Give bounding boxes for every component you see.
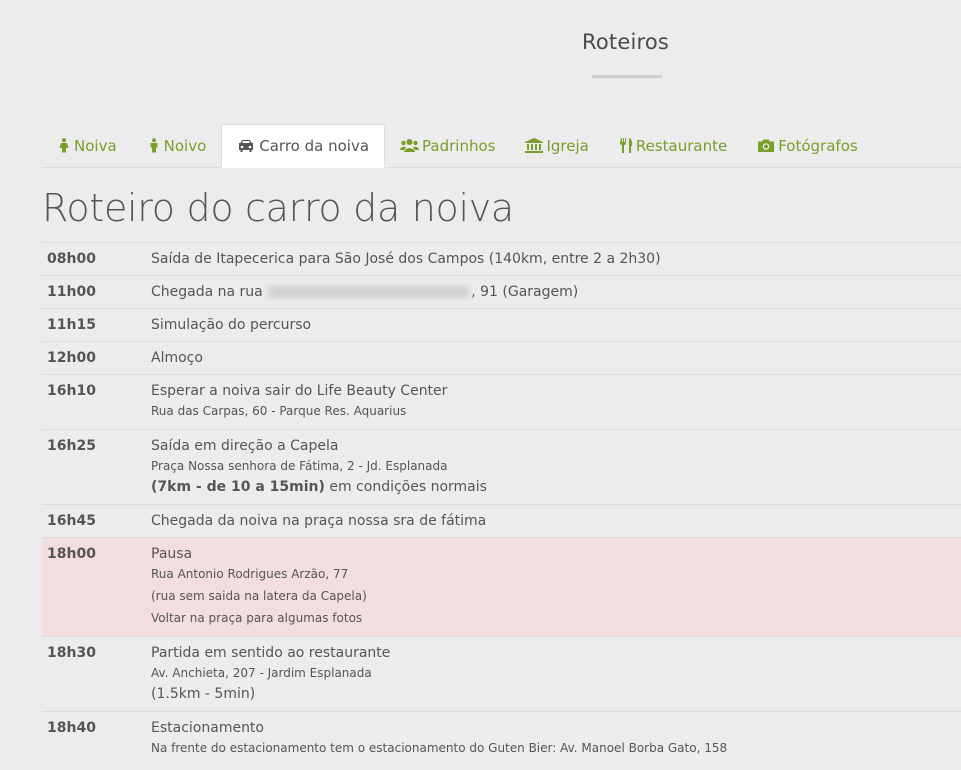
page-heading: Roteiro do carro da noiva [42, 186, 514, 230]
row-text: Almoço [151, 350, 203, 366]
tab-fotografos[interactable]: Fotógrafos [742, 124, 872, 167]
section-title: Roteiros [582, 30, 670, 54]
tab-label: Noiva [74, 136, 117, 155]
row-text: Saída de Itapecerica para São José dos C… [151, 251, 661, 267]
row-note: (7km - de 10 a 15min) em condições norma… [151, 477, 961, 497]
row-text: Pausa [151, 546, 193, 562]
tab-noiva[interactable]: Noiva [42, 124, 132, 167]
row-time: 08h00 [47, 251, 96, 267]
table-row: 11h15 Simulação do percurso [42, 308, 961, 341]
tab-padrinhos[interactable]: Padrinhos [385, 124, 510, 167]
row-note-bold: (7km - de 10 a 15min) [151, 479, 325, 495]
row-note: (1.5km - 5min) [151, 686, 256, 702]
table-row: 11h00 Chegada na rua , 91 (Garagem) [42, 275, 961, 308]
row-note-rest: em condições normais [324, 479, 487, 495]
row-description: Saída em direção a Capela Praça Nossa se… [151, 438, 961, 497]
table-row: 18h30 Partida em sentido ao restaurante … [42, 636, 961, 711]
row-time: 16h45 [47, 513, 96, 529]
redacted-street-name [269, 286, 470, 298]
row-time: 16h25 [47, 438, 96, 454]
tab-label: Restaurante [635, 136, 728, 155]
male-icon [150, 138, 158, 153]
table-row: 16h45 Chegada da noiva na praça nossa sr… [42, 504, 961, 537]
row-text: Esperar a noiva sair do Life Beauty Cent… [151, 383, 448, 399]
cutlery-icon [619, 138, 633, 153]
tabs-nav: Noiva Noivo Carro da noiva Padrinhos Igr… [42, 124, 961, 168]
row-text: Estacionamento [151, 720, 264, 736]
tab-noivo[interactable]: Noivo [132, 124, 222, 167]
row-description: Simulação do percurso [151, 317, 961, 334]
tab-restaurante[interactable]: Restaurante [604, 124, 742, 167]
row-description: Chegada na rua , 91 (Garagem) [151, 284, 961, 301]
table-row-highlighted: 18h00 Pausa Rua Antonio Rodrigues Arzão,… [42, 537, 961, 636]
tab-label: Fotógrafos [778, 136, 858, 155]
camera-icon [758, 139, 775, 152]
row-time: 18h30 [47, 645, 96, 661]
row-address: Rua Antonio Rodrigues Arzão, 77 [151, 567, 349, 581]
row-description: Partida em sentido ao restaurante Av. An… [151, 645, 961, 704]
row-time: 11h00 [47, 284, 96, 300]
row-time: 16h10 [47, 383, 96, 399]
car-icon [239, 139, 254, 152]
row-text-before: Chegada na rua [151, 284, 263, 300]
row-time: 18h00 [47, 546, 96, 562]
row-detail: Voltar na praça para algumas fotos [151, 611, 363, 625]
row-description: Almoço [151, 350, 961, 367]
users-icon [400, 139, 420, 152]
row-description: Esperar a noiva sair do Life Beauty Cent… [151, 383, 961, 422]
table-row: 16h10 Esperar a noiva sair do Life Beaut… [42, 374, 961, 429]
female-icon [59, 138, 69, 153]
row-text: Chegada da noiva na praça nossa sra de f… [151, 513, 487, 529]
row-address: Praça Nossa senhora de Fátima, 2 - Jd. E… [151, 459, 448, 473]
row-text: Partida em sentido ao restaurante [151, 645, 391, 661]
row-detail: Na frente do estacionamento tem o estaci… [151, 741, 728, 755]
row-time: 11h15 [47, 317, 96, 333]
tab-carro-da-noiva[interactable]: Carro da noiva [221, 124, 386, 168]
row-description: Chegada da noiva na praça nossa sra de f… [151, 513, 961, 530]
row-description: Pausa Rua Antonio Rodrigues Arzão, 77 (r… [151, 546, 961, 629]
table-row: 18h40 Estacionamento Na frente do estaci… [42, 711, 961, 766]
table-row: 12h00 Almoço [42, 341, 961, 374]
row-time: 12h00 [47, 350, 96, 366]
tab-label: Noivo [163, 136, 207, 155]
tab-label: Igreja [546, 136, 589, 155]
section-title-underline [592, 75, 662, 78]
row-address: Rua das Carpas, 60 - Parque Res. Aquariu… [151, 404, 407, 418]
row-time: 18h40 [47, 720, 96, 736]
row-address: Av. Anchieta, 207 - Jardim Esplanada [151, 666, 372, 680]
row-description: Saída de Itapecerica para São José dos C… [151, 251, 961, 268]
table-row: 16h25 Saída em direção a Capela Praça No… [42, 429, 961, 504]
row-detail: (rua sem saida na latera da Capela) [151, 589, 367, 603]
row-description: Estacionamento Na frente do estacionamen… [151, 720, 961, 759]
page: Roteiros Noiva Noivo Carro da noiva Padr… [0, 0, 961, 770]
row-text-after: , 91 (Garagem) [471, 284, 579, 300]
tab-label: Carro da noiva [259, 137, 370, 155]
table-row: 08h00 Saída de Itapecerica para São José… [42, 242, 961, 275]
bank-icon [525, 138, 544, 153]
row-text: Saída em direção a Capela [151, 438, 339, 454]
tab-igreja[interactable]: Igreja [510, 124, 603, 167]
tab-label: Padrinhos [422, 136, 496, 155]
row-text: Simulação do percurso [151, 317, 312, 333]
schedule-table: 08h00 Saída de Itapecerica para São José… [42, 242, 961, 766]
